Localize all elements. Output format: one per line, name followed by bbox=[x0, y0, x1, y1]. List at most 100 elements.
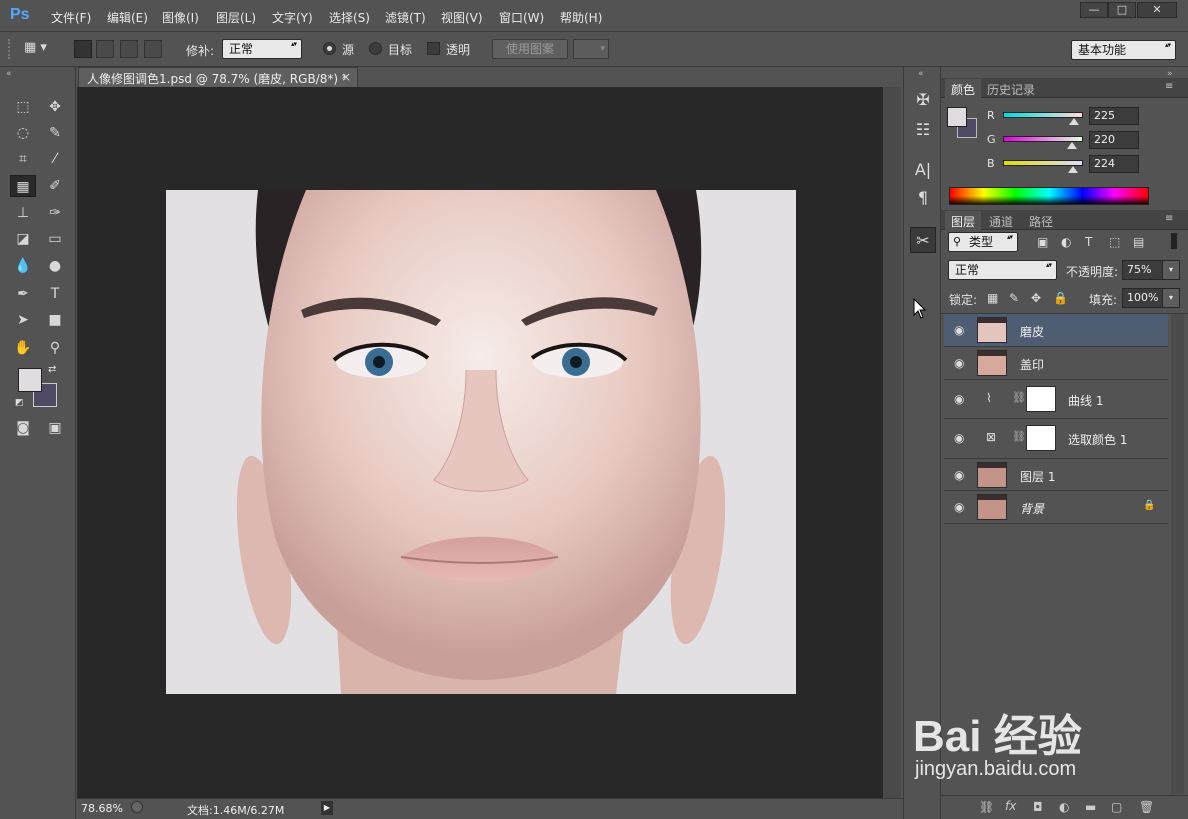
layer-mask-thumbnail[interactable] bbox=[1026, 386, 1056, 412]
blur-tool-icon[interactable]: 💧 bbox=[12, 255, 34, 277]
new-adjustment-icon[interactable]: ◐ bbox=[1059, 800, 1069, 814]
menu-filter[interactable]: 滤镜(T) bbox=[385, 9, 426, 26]
menu-window[interactable]: 窗口(W) bbox=[499, 9, 544, 26]
lasso-tool-icon[interactable]: ◌ bbox=[12, 122, 34, 144]
channel-b-value[interactable]: 224 bbox=[1089, 155, 1139, 173]
visibility-eye-icon[interactable]: ◉ bbox=[954, 500, 964, 514]
layer-row-mopi[interactable]: ◉ 磨皮 bbox=[944, 314, 1168, 347]
mask-link-icon[interactable]: ⛓ bbox=[1012, 430, 1026, 443]
channel-g-slider-handle[interactable] bbox=[1067, 142, 1078, 149]
filter-pixel-icon[interactable]: ▣ bbox=[1037, 235, 1048, 249]
tab-paths[interactable]: 路径 bbox=[1023, 211, 1059, 230]
lock-all-icon[interactable]: 🔒 bbox=[1053, 291, 1068, 305]
tool-presets-icon[interactable]: ✠ bbox=[910, 87, 936, 113]
layer-style-fx-icon[interactable]: fx bbox=[1005, 799, 1016, 813]
visibility-eye-icon[interactable]: ◉ bbox=[954, 431, 964, 445]
channel-r-slider-handle[interactable] bbox=[1068, 118, 1079, 125]
intersect-selection-icon[interactable] bbox=[144, 40, 162, 58]
color-fg-swatch[interactable] bbox=[947, 107, 967, 127]
workspace-select[interactable]: 基本功能 bbox=[1071, 40, 1176, 60]
layers-scrollbar[interactable] bbox=[1171, 314, 1184, 794]
visibility-eye-icon[interactable]: ◉ bbox=[954, 392, 964, 406]
link-layers-icon[interactable]: ⛓ bbox=[979, 800, 994, 814]
paragraph-panel-icon[interactable]: ¶ bbox=[910, 185, 936, 211]
add-selection-icon[interactable] bbox=[96, 40, 114, 58]
panel-menu-icon[interactable]: ≡ bbox=[1165, 81, 1173, 92]
menu-edit[interactable]: 编辑(E) bbox=[107, 9, 148, 26]
dodge-tool-icon[interactable]: ● bbox=[44, 255, 66, 277]
tab-channels[interactable]: 通道 bbox=[983, 211, 1019, 230]
add-mask-icon[interactable]: ◘ bbox=[1033, 800, 1043, 814]
new-selection-icon[interactable] bbox=[74, 40, 92, 58]
layer-row-background[interactable]: ◉ 背景 🔒 bbox=[944, 491, 1168, 524]
pen-tool-icon[interactable]: ✒ bbox=[12, 283, 34, 305]
tab-layers[interactable]: 图层 bbox=[945, 211, 982, 230]
lock-position-icon[interactable]: ✥ bbox=[1031, 291, 1041, 305]
color-spectrum-bar[interactable] bbox=[949, 187, 1149, 205]
lock-transparent-icon[interactable]: ▦ bbox=[987, 291, 998, 305]
new-group-icon[interactable]: ▬ bbox=[1085, 800, 1096, 814]
filter-toggle[interactable] bbox=[1171, 233, 1177, 249]
hand-tool-icon[interactable]: ✋ bbox=[12, 337, 34, 359]
layer-row-layer1[interactable]: ◉ 图层 1 bbox=[944, 459, 1168, 491]
maximize-button[interactable]: □ bbox=[1108, 2, 1136, 18]
layer-mask-thumbnail[interactable] bbox=[1026, 425, 1056, 451]
gradient-tool-icon[interactable]: ▭ bbox=[44, 228, 66, 250]
dock-collapse-icon[interactable]: « bbox=[918, 69, 924, 79]
fill-dropdown-icon[interactable]: ▾ bbox=[1162, 288, 1180, 308]
channel-g-value[interactable]: 220 bbox=[1089, 131, 1139, 149]
patch-mode-select[interactable]: 正常 bbox=[222, 39, 302, 59]
filter-adjustment-icon[interactable]: ◐ bbox=[1061, 235, 1071, 249]
visibility-eye-icon[interactable]: ◉ bbox=[954, 468, 964, 482]
portrait-photo[interactable] bbox=[166, 190, 796, 694]
visibility-eye-icon[interactable]: ◉ bbox=[954, 323, 964, 337]
pattern-picker[interactable]: ▾ bbox=[573, 39, 609, 59]
channel-r-value[interactable]: 225 bbox=[1089, 107, 1139, 125]
eraser-tool-icon[interactable]: ◪ bbox=[12, 228, 34, 250]
brush-presets-icon[interactable]: ☷ bbox=[910, 117, 936, 143]
mask-link-icon[interactable]: ⛓ bbox=[1012, 391, 1026, 404]
foreground-color-swatch[interactable] bbox=[18, 368, 42, 392]
filter-smart-object-icon[interactable]: ▤ bbox=[1133, 235, 1144, 249]
filter-shape-icon[interactable]: ⬚ bbox=[1109, 235, 1120, 249]
visibility-eye-icon[interactable]: ◉ bbox=[954, 356, 964, 370]
tab-color[interactable]: 颜色 bbox=[945, 79, 982, 98]
character-panel-icon[interactable]: A| bbox=[910, 157, 936, 183]
layer-lock-icon[interactable]: 🔒 bbox=[1143, 500, 1155, 511]
vertical-scrollbar[interactable] bbox=[883, 87, 901, 798]
target-radio[interactable] bbox=[369, 42, 382, 55]
zoom-tool-icon[interactable]: ⚲ bbox=[44, 337, 66, 359]
path-select-tool-icon[interactable]: ➤ bbox=[12, 309, 34, 331]
layers-menu-icon[interactable]: ≡ bbox=[1165, 213, 1173, 224]
status-menu-arrow-icon[interactable]: ▶ bbox=[321, 801, 333, 815]
lock-pixels-icon[interactable]: ✎ bbox=[1009, 291, 1019, 305]
zoom-level[interactable]: 78.68% bbox=[81, 802, 123, 815]
subtract-selection-icon[interactable] bbox=[120, 40, 138, 58]
swap-colors-icon[interactable]: ⇄ bbox=[48, 364, 56, 375]
patch-tool-icon[interactable]: ▦ bbox=[10, 175, 36, 197]
screen-mode-icon[interactable]: ▣ bbox=[44, 417, 66, 439]
menu-type[interactable]: 文字(Y) bbox=[272, 9, 313, 26]
stamp-tool-icon[interactable]: ⊥ bbox=[12, 202, 34, 224]
default-colors-icon[interactable]: ◩ bbox=[15, 398, 24, 408]
menu-file[interactable]: 文件(F) bbox=[51, 9, 91, 26]
menu-help[interactable]: 帮助(H) bbox=[560, 9, 602, 26]
new-layer-icon[interactable]: ▢ bbox=[1111, 800, 1122, 814]
close-button[interactable]: ✕ bbox=[1137, 2, 1177, 18]
quick-mask-icon[interactable]: ◙ bbox=[12, 417, 34, 439]
layer-row-selective-color[interactable]: ◉ ⊠ ⛓ 选取颜色 1 bbox=[944, 419, 1168, 459]
transparent-checkbox[interactable] bbox=[427, 42, 440, 55]
status-info-icon[interactable] bbox=[131, 801, 143, 813]
delete-layer-icon[interactable]: 🗑 bbox=[1139, 800, 1154, 814]
minimize-button[interactable]: — bbox=[1080, 2, 1108, 18]
quick-select-tool-icon[interactable]: ✎ bbox=[44, 122, 66, 144]
brush-tool-icon[interactable]: ✐ bbox=[44, 175, 66, 197]
layer-row-gaiyin[interactable]: ◉ 盖印 bbox=[944, 347, 1168, 380]
menu-view[interactable]: 视图(V) bbox=[441, 9, 483, 26]
close-tab-icon[interactable]: × bbox=[341, 70, 351, 84]
menu-image[interactable]: 图像(I) bbox=[162, 9, 199, 26]
source-radio[interactable] bbox=[323, 42, 336, 55]
marquee-tool-icon[interactable]: ⬚ bbox=[12, 96, 34, 118]
use-pattern-button[interactable]: 使用图案 bbox=[492, 39, 568, 59]
rectangle-tool-icon[interactable]: ■ bbox=[44, 309, 66, 331]
